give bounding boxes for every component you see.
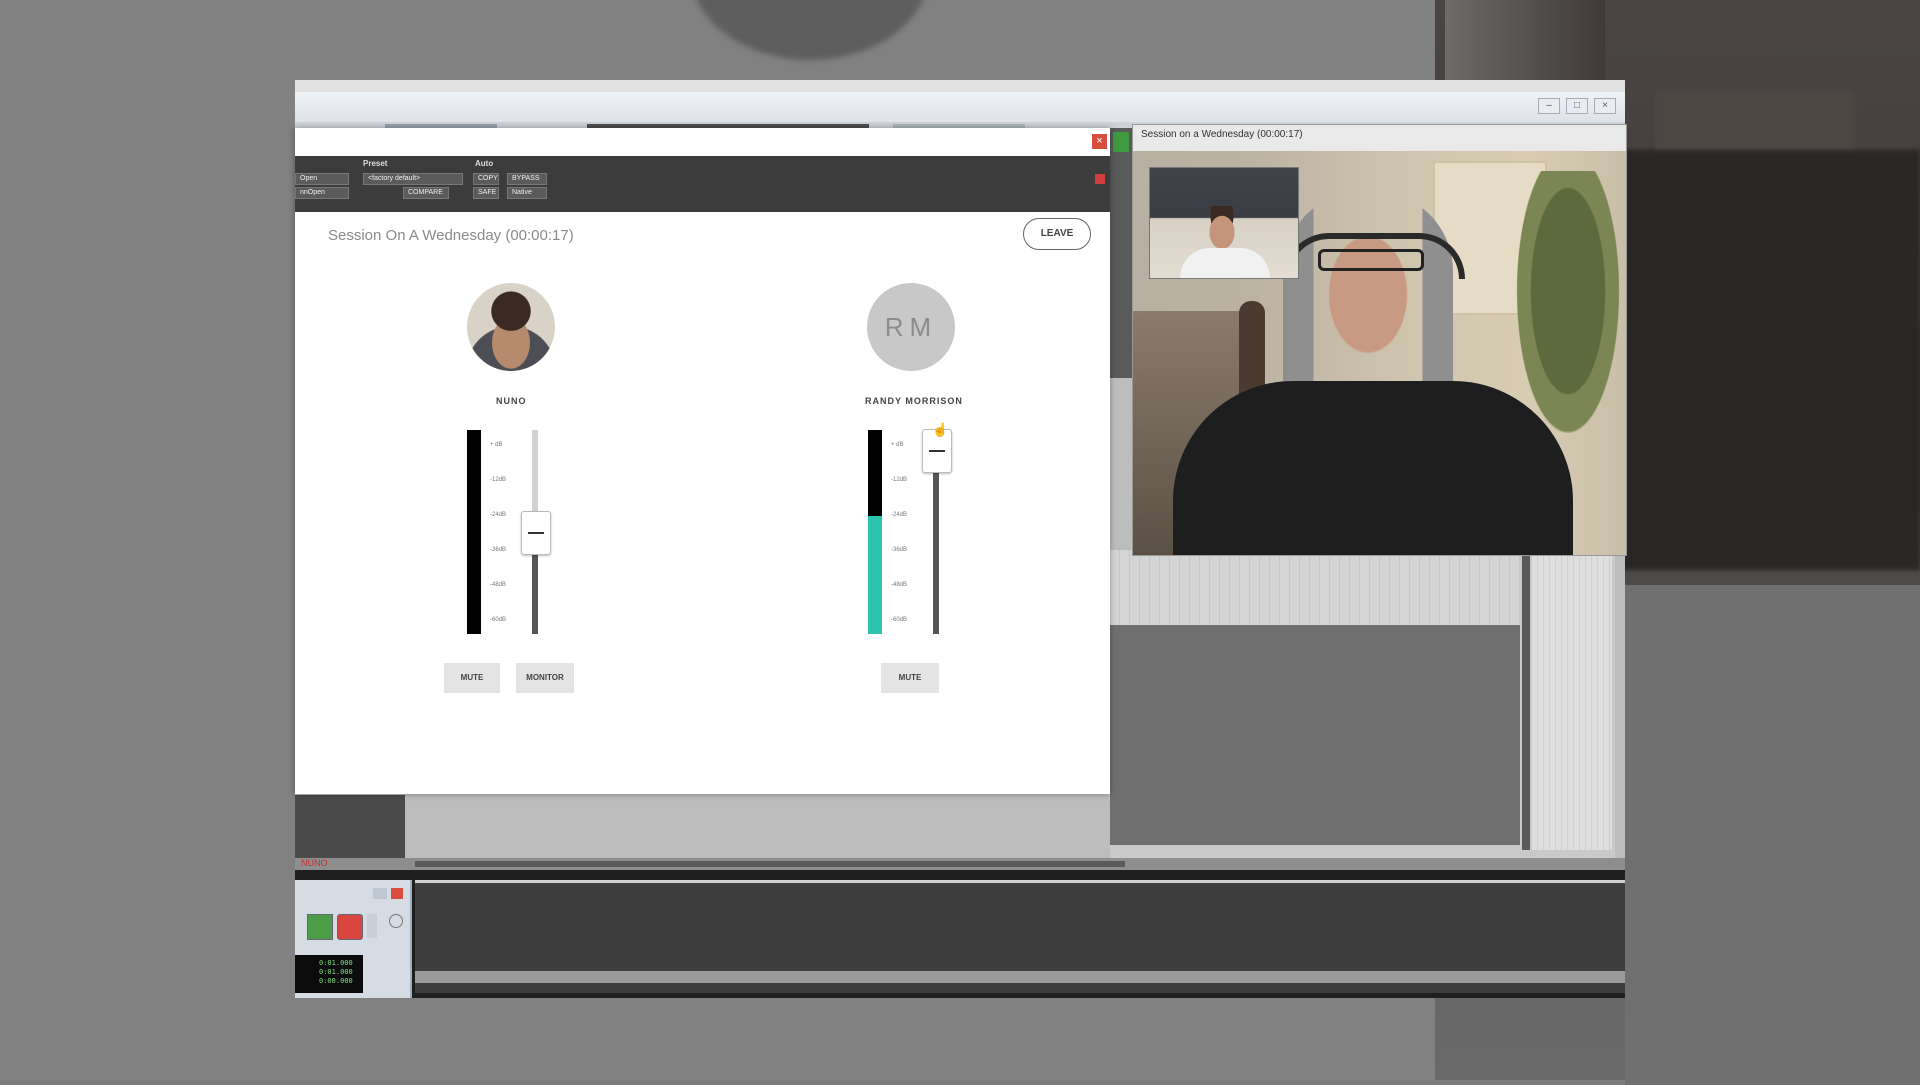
play-icon[interactable] [1113,132,1129,152]
leave-button[interactable]: LEAVE [1023,218,1091,250]
daw-vertical-toolbar [1110,128,1132,378]
scale-tick: -48dB [891,582,908,588]
auto-label: Auto [475,159,494,168]
scale-tick: + dB [490,442,503,448]
play-button[interactable] [307,914,333,940]
scale-tick: -36dB [490,547,507,553]
insert-open-field[interactable]: nnOpen [295,187,349,199]
window-close-icon[interactable]: × [1594,98,1616,114]
scale-tick: -12dB [891,477,908,483]
timecode-line: 0:00.000 [319,977,353,985]
compare-button[interactable]: COMPARE [403,187,449,199]
mouse-cursor-icon: ☝ [932,422,949,437]
video-window[interactable]: Session on a Wednesday (00:00:17) [1132,124,1627,556]
transport-min-icon[interactable] [373,888,387,899]
video-feed [1133,151,1626,555]
preset-label: Preset [363,159,388,168]
timecode-line: 0:01.000 [319,968,353,976]
pip-person [1202,206,1242,254]
horizontal-scrollbar[interactable] [295,858,1625,870]
scrollbar-thumb[interactable] [415,861,1125,867]
daw-menubar[interactable] [295,80,1625,92]
participant-name: RANDY MORRISON [865,396,963,406]
scale-tick: -60dB [490,617,507,623]
preset-dropdown[interactable]: <factory default> [363,173,463,185]
mute-button[interactable]: MUTE [444,663,500,693]
record-button[interactable] [337,914,363,940]
monitor-button[interactable]: MONITOR [516,663,574,693]
daw-titlebar: – □ × [295,92,1625,122]
scale-tick: -36dB [891,547,908,553]
minimize-icon[interactable]: – [1538,98,1560,114]
headphones [1283,233,1465,279]
level-meter [467,430,481,634]
native-button[interactable]: Native [507,187,547,199]
db-scale: + dB -12dB -24dB -36dB -48dB -60dB [490,428,506,638]
daw-bottom-panel [415,880,1625,993]
session-plugin-window: × Preset Auto Open nnOpen <factory defau… [295,128,1110,794]
avatar-initials: RM [867,283,955,371]
loop-icon[interactable] [389,914,403,928]
transport-close-icon[interactable] [391,888,403,899]
picture-in-picture-video[interactable] [1149,167,1299,279]
copy-button[interactable]: COPY [473,173,499,185]
plugin-header: Preset Auto Open nnOpen <factory default… [295,156,1110,212]
maximize-icon[interactable]: □ [1566,98,1588,114]
plugin-power-icon[interactable] [1095,174,1105,184]
transport-window: 0:01.000 0:01.000 0:00.000 [295,880,412,998]
mute-button[interactable]: MUTE [881,663,939,693]
track-name-label: NUNO [301,858,328,868]
db-scale: + dB -12dB -24dB -36dB -48dB -60dB [891,428,907,638]
person-body [1173,381,1573,555]
scale-tick: + dB [891,442,904,448]
timecode-display: 0:01.000 0:01.000 0:00.000 [295,955,363,993]
scale-tick: -60dB [891,617,908,623]
transport-option[interactable] [367,914,377,938]
insert-open-field[interactable]: Open [295,173,349,185]
video-window-title: Session on a Wednesday (00:00:17) [1141,129,1303,140]
safe-button[interactable]: SAFE [473,187,499,199]
scale-tick: -24dB [891,512,908,518]
session-title: Session On A Wednesday (00:00:17) [328,227,574,244]
avatar [467,283,555,371]
scale-tick: -48dB [490,582,507,588]
scale-tick: -12dB [490,477,507,483]
volume-fader-thumb[interactable] [521,511,551,555]
close-icon[interactable]: × [1092,134,1107,149]
daw-track-header [295,795,405,865]
bypass-button[interactable]: BYPASS [507,173,547,185]
pip-shirt [1180,248,1270,278]
level-meter [868,430,882,634]
timecode-line: 0:01.000 [319,959,353,967]
participant-name: NUNO [496,396,527,406]
scale-tick: -24dB [490,512,507,518]
